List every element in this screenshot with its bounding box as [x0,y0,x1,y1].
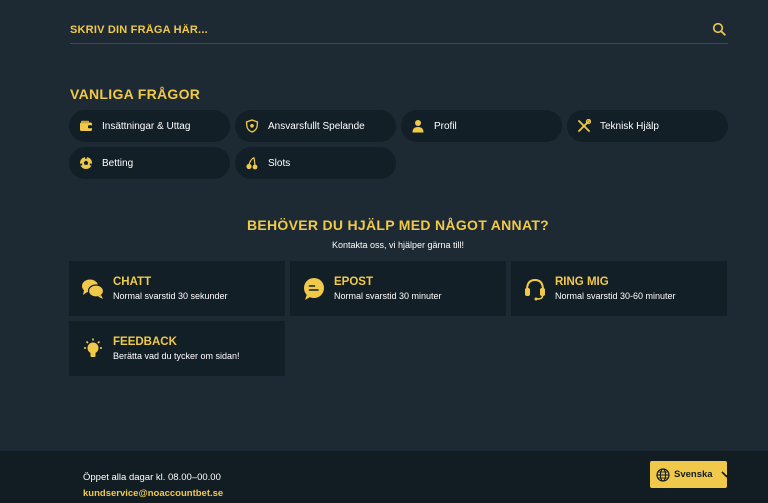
faq-category-label: Slots [268,157,291,169]
faq-category-betting[interactable]: Betting [69,147,230,179]
contact-title: EPOST [334,276,373,288]
faq-category-slots[interactable]: Slots [235,147,396,179]
language-selector[interactable]: Svenska [650,461,732,488]
shield-icon [245,119,259,133]
contact-chat-card[interactable]: CHATT Normal svarstid 30 sekunder [69,261,285,316]
tools-icon [577,119,591,133]
faq-title: VANLIGA FRÅGOR [70,86,201,102]
contact-title: FEEDBACK [113,336,177,348]
chevron-down-icon [720,471,732,478]
contact-desc: Normal svarstid 30 minuter [334,291,442,301]
faq-category-profile[interactable]: Profil [401,110,562,142]
search-input[interactable] [70,18,690,42]
footer: Öppet alla dagar kl. 08.00–00.00 kundser… [0,451,768,503]
faq-category-label: Insättningar & Uttag [102,120,191,132]
soccer-ball-icon [79,156,93,170]
cherries-icon [245,156,259,170]
search-icon[interactable] [712,22,728,38]
faq-category-label: Profil [434,120,457,132]
language-label: Svenska [674,469,713,480]
faq-category-responsible-gaming[interactable]: Ansvarsfullt Spelande [235,110,396,142]
help-subtitle: Kontakta oss, vi hjälper gärna till! [331,240,465,250]
user-icon [411,119,425,133]
contact-desc: Normal svarstid 30-60 minuter [555,291,676,301]
faq-category-deposits[interactable]: Insättningar & Uttag [69,110,230,142]
headset-icon [523,277,547,301]
contact-callback-card[interactable]: RING MIG Normal svarstid 30-60 minuter [511,261,727,316]
faq-category-label: Betting [102,157,134,169]
wallet-icon [79,119,93,133]
faq-category-label: Ansvarsfullt Spelande [268,120,365,132]
help-title: BEHÖVER DU HJÄLP MED NÅGOT ANNAT? [246,217,550,233]
search-bar [70,18,728,44]
opening-hours: Öppet alla dagar kl. 08.00–00.00 [83,472,221,483]
support-email-link[interactable]: kundservice@noaccountbet.se [83,488,223,499]
contact-title: CHATT [113,276,152,288]
chat-bubbles-icon [81,277,105,301]
contact-email-card[interactable]: EPOST Normal svarstid 30 minuter [290,261,506,316]
globe-icon [656,467,670,482]
contact-feedback-card[interactable]: FEEDBACK Berätta vad du tycker om sidan! [69,321,285,376]
lightbulb-icon [81,337,105,361]
faq-category-tech-help[interactable]: Teknisk Hjälp [567,110,728,142]
faq-category-label: Teknisk Hjälp [600,120,659,132]
email-bubble-icon [302,277,326,301]
contact-desc: Normal svarstid 30 sekunder [113,291,228,301]
contact-desc: Berätta vad du tycker om sidan! [113,351,240,361]
contact-title: RING MIG [555,276,609,288]
